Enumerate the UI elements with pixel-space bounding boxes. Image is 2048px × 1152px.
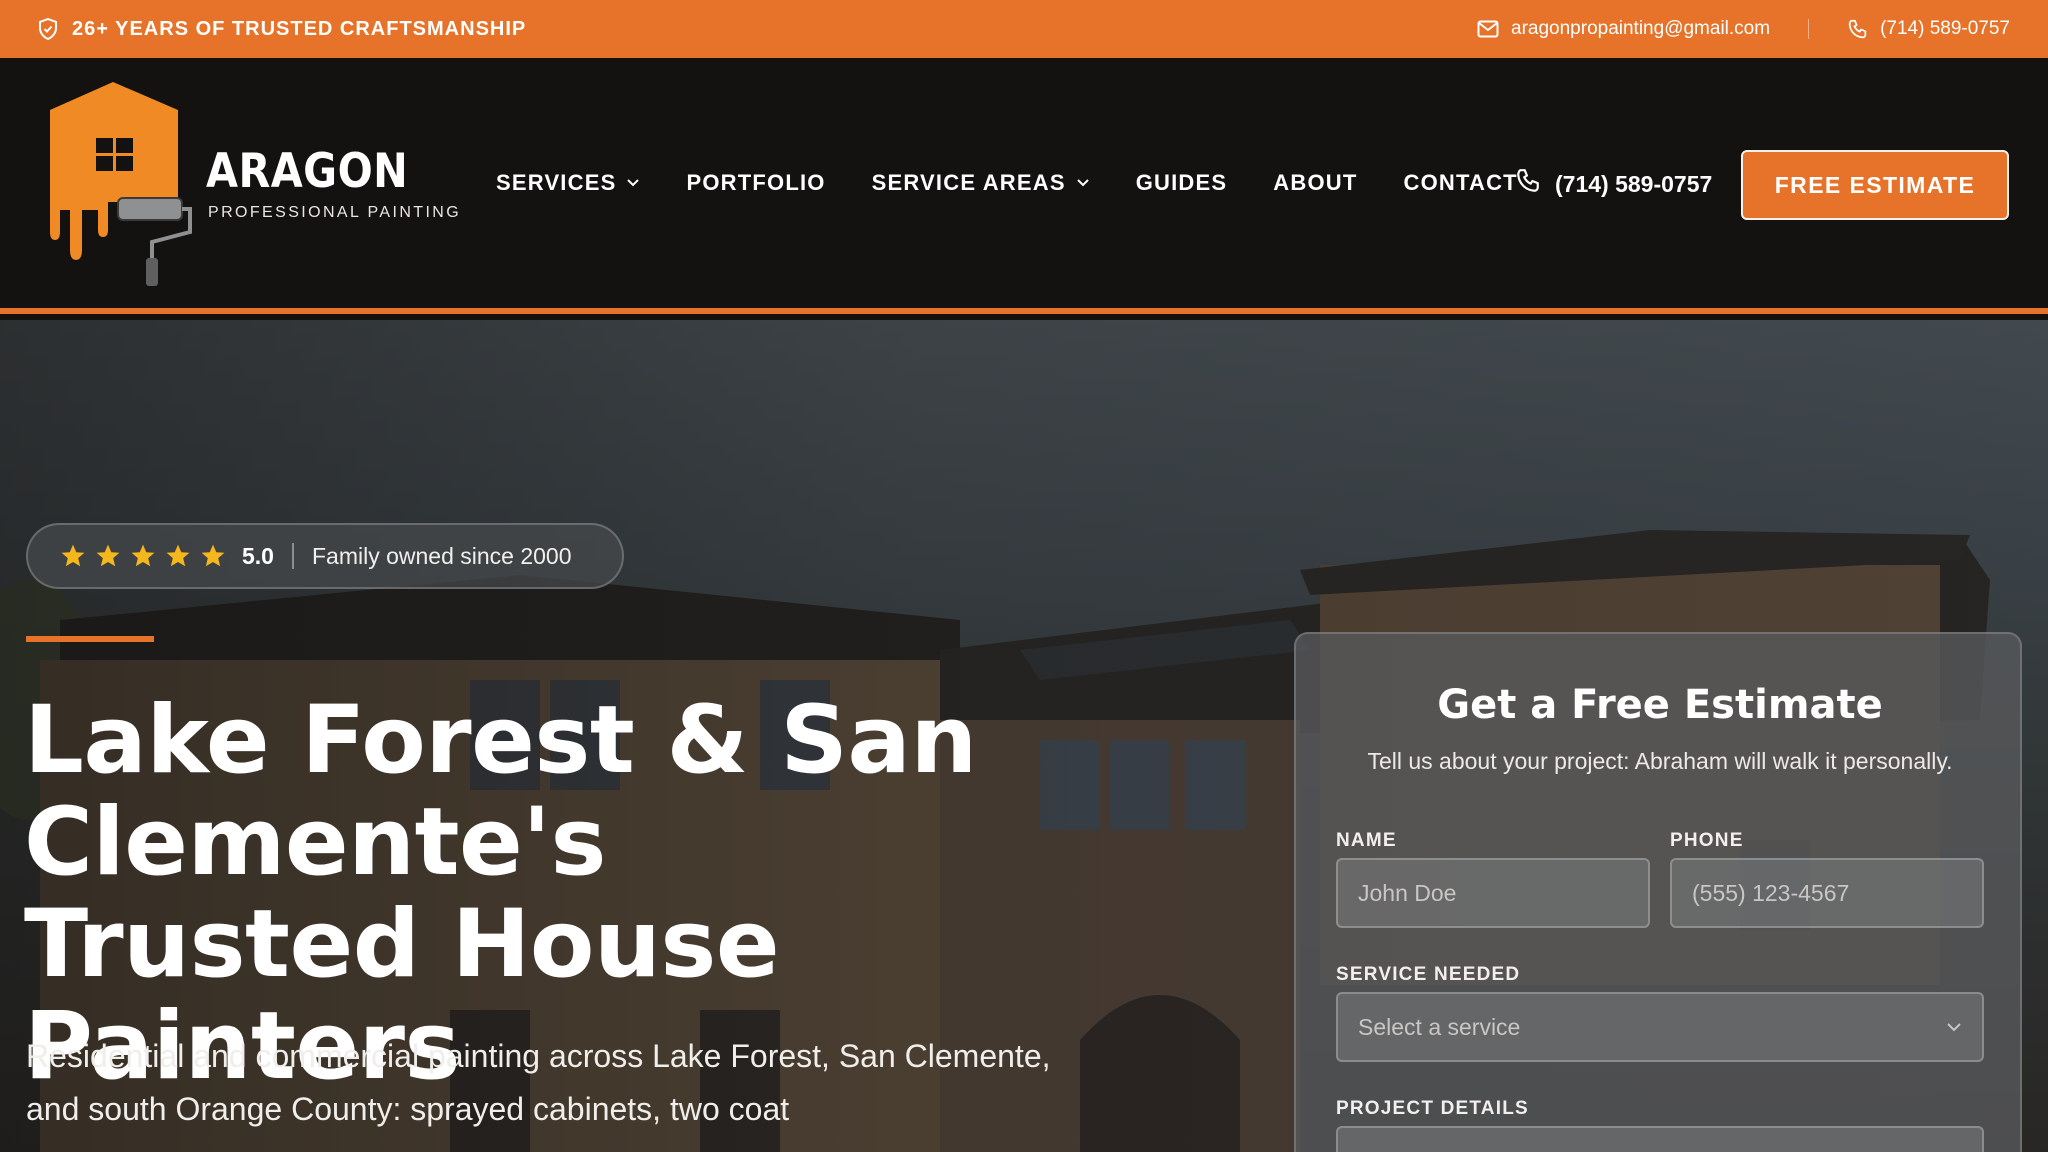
topbar-email-link[interactable]: aragonpropainting@gmail.com <box>1477 18 1770 40</box>
service-select-value: Select a service <box>1358 1013 1521 1040</box>
nav-item-guides[interactable]: GUIDES <box>1136 170 1228 196</box>
phone-icon <box>1515 168 1541 200</box>
form-subtitle: Tell us about your project: Abraham will… <box>1367 748 1953 774</box>
nav-label: GUIDES <box>1135 170 1228 195</box>
chevron-down-icon <box>627 179 640 187</box>
topbar-email-text: aragonpropainting@gmail.com <box>1511 18 1771 39</box>
phone-field[interactable] <box>1670 858 1984 928</box>
nav-item-about[interactable]: ABOUT <box>1273 170 1357 196</box>
nav-item-service-areas[interactable]: SERVICE AREAS <box>872 170 1090 196</box>
tagline-text: 26+ YEARS OF TRUSTED CRAFTSMANSHIP <box>72 17 527 40</box>
nav-label: PORTFOLIO <box>686 170 826 195</box>
rating-badge: 5.0 Family owned since 2000 <box>26 523 624 589</box>
brand-name[interactable]: ARAGON <box>206 144 408 199</box>
main-nav: SERVICES PORTFOLIO SERVICE AREAS GUIDES … <box>496 170 1518 196</box>
nav-item-portfolio[interactable]: PORTFOLIO <box>686 170 825 196</box>
estimate-form: Get a Free Estimate Tell us about your p… <box>1294 632 2022 1152</box>
brand-tagline: PROFESSIONAL PAINTING <box>208 204 462 221</box>
topbar-phone-text: (714) 589-0757 <box>1880 18 2010 39</box>
details-label: PROJECT DETAILS <box>1336 1098 1529 1119</box>
topbar-phone-link[interactable]: (714) 589-0757 <box>1847 18 2010 40</box>
tagline: 26+ YEARS OF TRUSTED CRAFTSMANSHIP <box>38 18 526 41</box>
service-select[interactable]: Select a service <box>1336 992 1984 1062</box>
site-header: ARAGON PROFESSIONAL PAINTING SERVICES PO… <box>0 58 2048 314</box>
topbar-divider <box>1808 19 1810 39</box>
rating-divider <box>291 543 294 569</box>
nav-label: ABOUT <box>1273 170 1358 195</box>
nav-label: SERVICE AREAS <box>871 170 1066 195</box>
header-phone-text: (714) 589-0757 <box>1555 170 1713 197</box>
top-bar: 26+ YEARS OF TRUSTED CRAFTSMANSHIP arago… <box>0 0 2048 58</box>
mail-icon <box>1477 20 1499 38</box>
rating-value: 5.0 <box>242 542 274 569</box>
shield-icon <box>38 18 58 40</box>
nav-item-contact[interactable]: CONTACT <box>1403 170 1517 196</box>
project-details-field[interactable] <box>1336 1126 1984 1152</box>
service-label: SERVICE NEEDED <box>1336 964 1521 985</box>
star-rating <box>60 543 226 569</box>
header-phone-link[interactable]: (714) 589-0757 <box>1515 168 1712 200</box>
hero-description: Residential and commercial painting acro… <box>26 1038 1051 1127</box>
nav-item-services[interactable]: SERVICES <box>496 170 640 196</box>
brand-logo[interactable] <box>48 82 198 292</box>
star-icon <box>201 544 225 567</box>
star-icon <box>131 544 155 567</box>
chevron-down-icon <box>1076 179 1089 187</box>
free-estimate-button[interactable]: FREE ESTIMATE <box>1741 150 2009 220</box>
star-icon <box>96 544 120 567</box>
rating-caption: Family owned since 2000 <box>311 542 572 569</box>
house-roller-logo-icon <box>50 82 192 286</box>
star-icon <box>166 544 190 567</box>
name-field[interactable] <box>1336 858 1650 928</box>
nav-label: SERVICES <box>496 170 617 195</box>
nav-label: CONTACT <box>1403 170 1518 195</box>
hero-section: 5.0 Family owned since 2000 Lake Forest … <box>0 320 2048 1152</box>
title-accent-line <box>26 636 154 642</box>
name-label: NAME <box>1336 830 1397 851</box>
phone-label: PHONE <box>1670 830 1744 851</box>
form-title: Get a Free Estimate <box>1437 682 1883 728</box>
star-icon <box>61 544 85 567</box>
phone-icon <box>1847 19 1868 40</box>
chevron-down-icon <box>1947 1023 1961 1032</box>
